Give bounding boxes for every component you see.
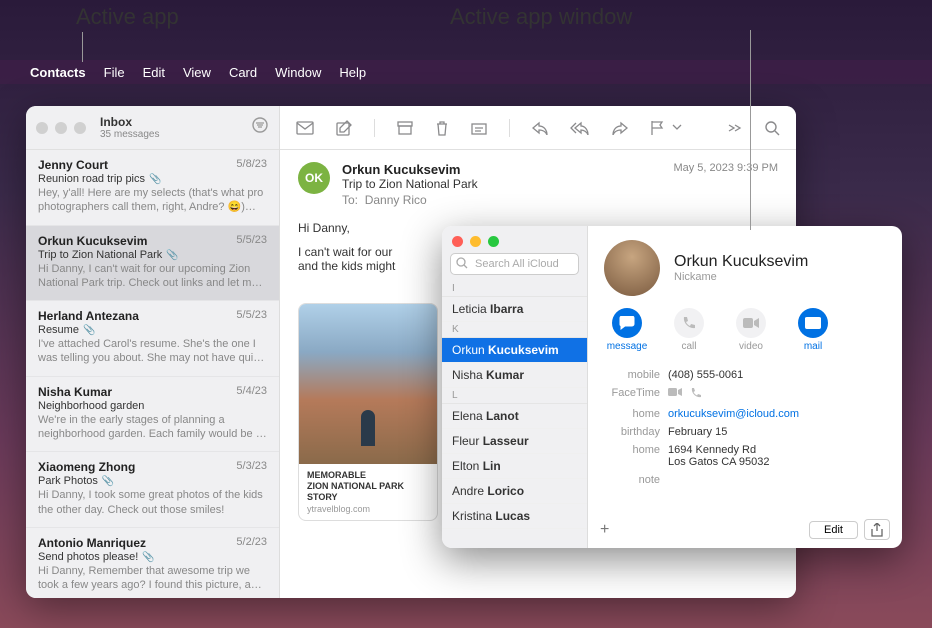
contact-name: Orkun Kucuksevim [674,253,808,271]
mail-subject: Trip to Zion National Park [342,177,661,191]
contact-item[interactable]: Leticia Ibarra [442,297,587,322]
chevron-down-icon[interactable] [672,124,682,132]
mail-toolbar [280,106,796,150]
menubar: Contacts File Edit View Card Window Help [0,60,932,84]
home-addr-label: home [604,444,660,468]
menu-card[interactable]: Card [229,65,257,80]
add-button[interactable]: + [600,521,622,539]
compose-icon[interactable] [336,120,352,136]
note-label: note [604,474,660,486]
forward-icon[interactable] [612,121,628,135]
contact-item[interactable]: Nisha Kumar [442,363,587,388]
contacts-window: ILeticia IbarraKOrkun KucuksevimNisha Ku… [442,226,902,548]
home-email-value[interactable]: orkucuksevim@icloud.com [668,408,886,420]
mail-from: Orkun Kucuksevim [342,162,661,177]
call-action[interactable]: call [666,308,712,352]
contact-subtitle: Nickame [674,271,808,283]
sender-avatar: OK [298,162,330,194]
link-domain: ytravelblog.com [307,504,429,514]
message-item[interactable]: Xiaomeng Zhong5/3/23Park Photos📎Hi Danny… [26,452,279,528]
contact-item[interactable]: Elena Lanot [442,404,587,429]
callout-active-app: Active app [76,4,179,30]
link-title: MEMORABLE [307,470,366,480]
flag-icon[interactable] [650,120,664,136]
mail-message-list: Inbox 35 messages Jenny Court5/8/23Reuni… [26,106,280,598]
contact-item[interactable]: Fleur Lasseur [442,429,587,454]
menu-help[interactable]: Help [339,65,366,80]
birthday-label: birthday [604,426,660,438]
filter-icon[interactable] [251,116,269,139]
note-value[interactable] [668,474,886,486]
facetime-label: FaceTime [604,387,660,402]
close-icon[interactable] [452,236,463,247]
section-letter: I [442,281,587,297]
menu-contacts[interactable]: Contacts [30,65,86,80]
junk-icon[interactable] [471,121,487,135]
section-letter: K [442,322,587,338]
message-item[interactable]: Herland Antezana5/5/23Resume📎I've attach… [26,301,279,377]
contact-item[interactable]: Kristina Lucas [442,504,587,529]
birthday-value: February 15 [668,426,886,438]
minimize-icon[interactable] [470,236,481,247]
home-email-label: home [604,408,660,420]
mail-to-label: To: [342,193,358,207]
facetime-video-icon[interactable] [668,387,682,402]
link-preview-image [299,304,437,464]
video-action[interactable]: video [728,308,774,352]
section-letter: L [442,388,587,404]
contact-item[interactable]: Andre Lorico [442,479,587,504]
mail-to: Danny Rico [365,193,427,207]
link-preview[interactable]: MEMORABLEZION NATIONAL PARK STORY ytrave… [298,303,438,521]
edit-button[interactable]: Edit [809,521,858,539]
message-item[interactable]: Orkun Kucuksevim5/5/23Trip to Zion Natio… [26,226,279,302]
mail-date: May 5, 2023 9:39 PM [673,162,778,207]
trash-icon[interactable] [435,120,449,136]
mobile-value[interactable]: (408) 555-0061 [668,369,886,381]
contacts-list-panel: ILeticia IbarraKOrkun KucuksevimNisha Ku… [442,226,588,548]
envelope-icon[interactable] [296,121,314,135]
message-item[interactable]: Antonio Manriquez5/2/23Send photos pleas… [26,528,279,598]
contact-photo[interactable] [604,240,660,296]
zoom-icon[interactable] [488,236,499,247]
mobile-label: mobile [604,369,660,381]
reply-icon[interactable] [532,121,548,135]
reply-all-icon[interactable] [570,121,590,135]
callout-active-window: Active app window [450,4,632,30]
search-input[interactable] [450,253,579,275]
search-icon [456,257,468,269]
contact-item[interactable]: Elton Lin [442,454,587,479]
mail-traffic-lights[interactable] [36,122,86,134]
search-icon[interactable] [764,120,780,136]
mail-action[interactable]: mail [790,308,836,352]
contact-item[interactable]: Orkun Kucuksevim [442,338,587,363]
message-item[interactable]: Jenny Court5/8/23Reunion road trip pics📎… [26,150,279,226]
inbox-count: 35 messages [100,129,159,140]
message-action[interactable]: message [604,308,650,352]
more-icon[interactable] [726,123,742,133]
menu-file[interactable]: File [104,65,125,80]
contacts-traffic-lights[interactable] [442,226,587,253]
message-item[interactable]: Nisha Kumar5/4/23Neighborhood gardenWe'r… [26,377,279,453]
inbox-title: Inbox [100,115,159,129]
menu-edit[interactable]: Edit [143,65,165,80]
menu-view[interactable]: View [183,65,211,80]
contact-card: Orkun Kucuksevim Nickame message call vi… [588,226,902,548]
share-button[interactable] [864,519,890,540]
archive-icon[interactable] [397,121,413,135]
menu-window[interactable]: Window [275,65,321,80]
facetime-audio-icon[interactable] [690,387,702,402]
home-addr-value: 1694 Kennedy RdLos Gatos CA 95032 [668,444,886,468]
